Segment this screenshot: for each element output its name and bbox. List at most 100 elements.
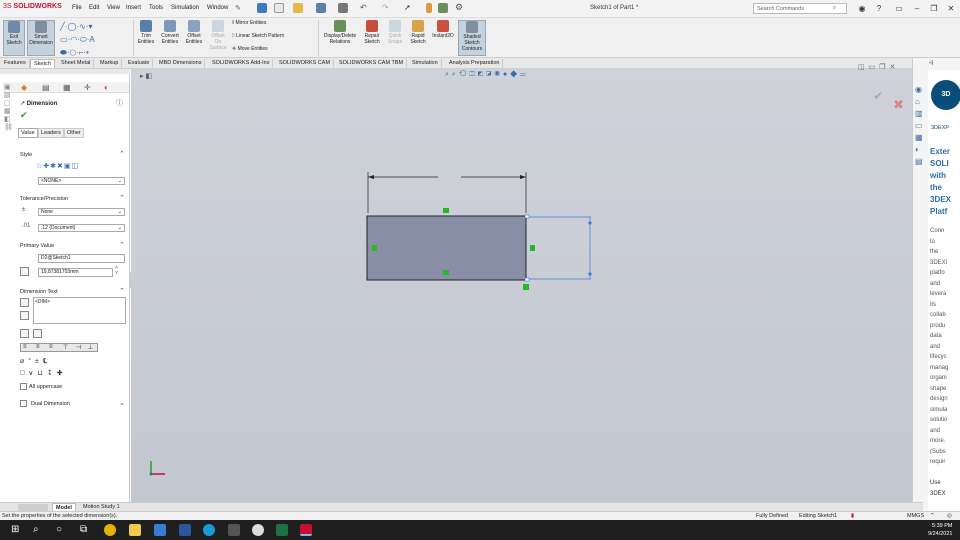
- leader-top-icon[interactable]: ⊤: [63, 344, 68, 351]
- tab-solidworks-cam-tbm[interactable]: SOLIDWORKS CAM TBM: [336, 59, 408, 68]
- side-tree-icon[interactable]: ▤: [4, 91, 13, 99]
- chrome-icon[interactable]: [104, 524, 116, 536]
- open-folder-icon[interactable]: [293, 3, 303, 13]
- trim-entities-button[interactable]: Trim Entities: [136, 20, 156, 45]
- spline-icon[interactable]: ∿: [79, 22, 86, 31]
- ellipse-icon[interactable]: ⬭: [80, 35, 87, 44]
- dual-dimension-expand-icon[interactable]: ⌄: [119, 399, 125, 407]
- degree-icon[interactable]: °: [28, 358, 35, 365]
- tab-scroll-buttons[interactable]: [18, 504, 48, 511]
- style-select[interactable]: <NONE> ⌄: [38, 177, 125, 185]
- pin-icon[interactable]: ✎: [235, 4, 241, 12]
- dual-dimension-checkbox[interactable]: [20, 400, 27, 407]
- feature-manager-icon[interactable]: ◆: [21, 83, 27, 92]
- side-filter-icon[interactable]: ▣: [4, 83, 13, 91]
- options-gear-icon[interactable]: ⚙: [455, 2, 463, 13]
- exit-sketch-button[interactable]: Exit Sketch: [3, 20, 25, 56]
- browser-icon[interactable]: [252, 524, 264, 536]
- side-sketch-icon[interactable]: ▢: [4, 99, 13, 107]
- dropdown-icon[interactable]: ▾: [89, 22, 93, 31]
- view-palette-tab-icon[interactable]: ▦: [915, 132, 923, 144]
- add-parentheses-icon[interactable]: [20, 298, 29, 307]
- leader-bottom-icon[interactable]: ⊥: [88, 344, 93, 351]
- rapid-sketch-button[interactable]: Rapid Sketch: [408, 20, 428, 45]
- graphics-area[interactable]: ▸ ◧ ⌕⌕⟲◫◩◪◉●◆▭ ◫▭❐✕ ✔ ✖: [131, 64, 923, 502]
- tolerance-select[interactable]: None ⌄: [38, 208, 125, 216]
- align-right-icon[interactable]: ≡: [49, 344, 53, 350]
- dimension-value-field[interactable]: 19.87381703mm: [38, 268, 113, 277]
- design-library-tab-icon[interactable]: ▥: [915, 108, 923, 120]
- excel-icon[interactable]: [276, 524, 288, 536]
- all-uppercase-checkbox[interactable]: [20, 383, 27, 390]
- linear-sketch-pattern-button[interactable]: ⁞⁞ Linear Sketch Pattern: [232, 33, 284, 39]
- style-load-icon[interactable]: ◫: [72, 163, 80, 170]
- leader-middle-icon[interactable]: ⊣: [76, 344, 81, 351]
- fixed-relation-icon[interactable]: [523, 284, 529, 290]
- windows-start-icon[interactable]: ⊞: [11, 524, 19, 535]
- property-manager-icon[interactable]: ▤: [42, 83, 50, 92]
- restore-button[interactable]: ❐: [928, 3, 940, 14]
- offset-entities-button[interactable]: Offset Entities: [184, 20, 204, 45]
- notification-icon[interactable]: ▭: [893, 3, 905, 14]
- counterbore-icon[interactable]: ⊔: [37, 370, 46, 377]
- style-collapse-icon[interactable]: ⌃: [119, 150, 125, 158]
- move-entities-button[interactable]: ✥ Move Entities: [232, 46, 268, 52]
- circle-icon[interactable]: ◯: [68, 22, 77, 31]
- app-icon[interactable]: [228, 524, 240, 536]
- centerline-icon[interactable]: ℄: [43, 358, 52, 365]
- ok-checkmark-icon[interactable]: ✔: [20, 110, 28, 121]
- search-taskbar-icon[interactable]: ⌕: [33, 524, 39, 535]
- file-explorer-tab-icon[interactable]: ▭: [915, 120, 923, 132]
- inspection-icon[interactable]: [20, 311, 29, 320]
- style-save-icon[interactable]: ▣: [64, 163, 72, 170]
- display-manager-icon[interactable]: ◐: [104, 83, 109, 92]
- close-button[interactable]: ✕: [945, 3, 957, 14]
- rebuild-icon[interactable]: [426, 3, 432, 13]
- appearances-tab-icon[interactable]: ◐: [915, 144, 923, 156]
- user-icon[interactable]: ◉: [856, 3, 868, 14]
- tab-mbd-dimensions[interactable]: MBD Dimensions: [156, 59, 206, 68]
- redo-icon[interactable]: ↷: [382, 3, 389, 12]
- fillet-icon[interactable]: ⌐: [79, 48, 84, 57]
- value-spinner[interactable]: ˄ ˅: [115, 266, 118, 276]
- depth-icon[interactable]: ↧: [47, 370, 57, 377]
- tab-solidworks-addins[interactable]: SOLIDWORKS Add-Ins: [209, 59, 274, 68]
- solidworks-logo[interactable]: 3S SOLIDWORKS: [3, 3, 62, 10]
- polygon-icon[interactable]: ⬡: [70, 48, 76, 57]
- plus-minus-icon[interactable]: ±: [35, 358, 43, 365]
- menu-view[interactable]: View: [107, 5, 120, 11]
- save-icon[interactable]: [316, 3, 326, 13]
- display-delete-relations-button[interactable]: Display/Delete Relations: [320, 20, 360, 45]
- tolerance-collapse-icon[interactable]: ⌃: [119, 194, 125, 202]
- edge-icon[interactable]: [203, 524, 215, 536]
- help-icon[interactable]: ?: [873, 3, 885, 14]
- search-commands-input[interactable]: Search Commands ⌕: [753, 3, 847, 14]
- configuration-manager-icon[interactable]: ▦: [63, 83, 71, 92]
- tab-analysis-preparation[interactable]: Analysis Preparation: [446, 59, 504, 68]
- menu-window[interactable]: Window: [207, 5, 228, 11]
- dimension-handle-bottom[interactable]: [588, 272, 592, 276]
- menu-insert[interactable]: Insert: [126, 5, 141, 11]
- dimension-text-area[interactable]: <DIM>: [33, 297, 126, 324]
- horizontal-relation-bottom-icon[interactable]: [443, 270, 449, 275]
- corner-point-top-right[interactable]: [524, 214, 530, 219]
- minimize-button[interactable]: –: [911, 3, 923, 14]
- style-delete-icon[interactable]: ✖: [57, 163, 64, 170]
- square-icon[interactable]: □: [20, 370, 28, 377]
- tab-markup[interactable]: Markup: [97, 59, 123, 68]
- undo-icon[interactable]: ↶: [360, 3, 367, 12]
- subtab-other[interactable]: Other: [64, 128, 84, 138]
- text-justify-icon-2[interactable]: [33, 329, 42, 338]
- point-icon[interactable]: •: [86, 48, 89, 57]
- system-clock[interactable]: 5:39 PM 9/24/2021: [928, 522, 952, 538]
- text-icon[interactable]: A: [89, 35, 94, 44]
- style-update-icon[interactable]: ✱: [50, 163, 57, 170]
- panel-splitter[interactable]: [0, 69, 130, 74]
- solidworks-taskbar-icon[interactable]: [300, 524, 312, 536]
- precision-select[interactable]: .12 (Document) ⌄: [38, 224, 125, 232]
- 3dexperience-tab-icon[interactable]: ◉: [915, 84, 923, 96]
- side-part-icon[interactable]: ◧: [4, 115, 13, 123]
- dimtext-collapse-icon[interactable]: ⌃: [119, 287, 125, 295]
- shaded-sketch-contours-button[interactable]: Shaded Sketch Contours: [458, 20, 486, 56]
- dimension-name-field[interactable]: D2@Sketch1: [38, 254, 125, 263]
